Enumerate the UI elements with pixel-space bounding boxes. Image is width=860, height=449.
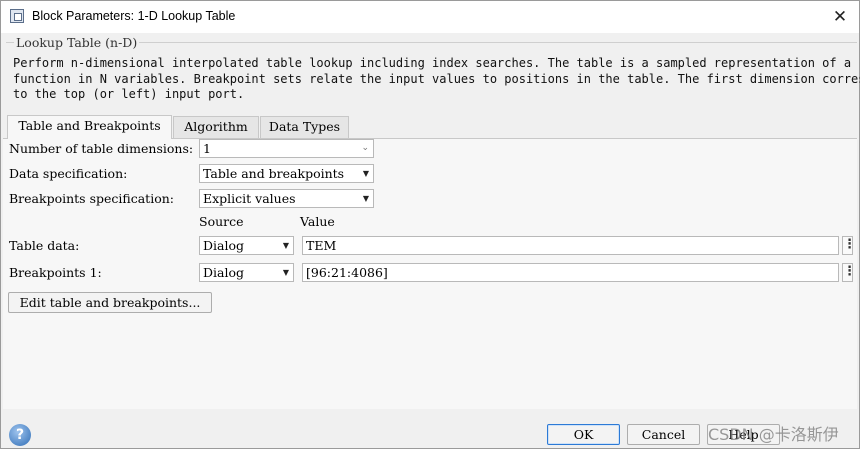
tab-table-and-breakpoints[interactable]: Table and Breakpoints [7, 115, 172, 139]
num-dims-value: 1 [203, 141, 211, 156]
question-mark-icon[interactable]: ? [9, 424, 31, 446]
title-bar: Block Parameters: 1-D Lookup Table ✕ [1, 1, 859, 33]
dropdown-arrow-icon: ▼ [362, 194, 369, 203]
tab-data-types[interactable]: Data Types [260, 116, 349, 138]
tab-algorithm[interactable]: Algorithm [173, 116, 259, 138]
window-title: Block Parameters: 1-D Lookup Table [32, 9, 236, 23]
block-description: Perform n-dimensional interpolated table… [13, 56, 860, 101]
num-dims-dropdown[interactable]: 1 ⌄ [199, 139, 374, 158]
source-column-header: Source [199, 214, 244, 229]
close-button[interactable]: ✕ [827, 5, 853, 29]
dropdown-arrow-icon: ▼ [282, 241, 289, 250]
bp-spec-label: Breakpoints specification: [9, 191, 174, 206]
dropdown-arrow-icon: ▼ [362, 169, 369, 178]
breakpoints-1-label: Breakpoints 1: [9, 265, 102, 280]
dialog-window: Block Parameters: 1-D Lookup Table ✕ Loo… [0, 0, 860, 449]
table-data-source-value: Dialog [203, 238, 244, 253]
bp-spec-value: Explicit values [203, 191, 296, 206]
cancel-button[interactable]: Cancel [627, 424, 700, 445]
breakpoints-1-more-icon[interactable]: ⋮ [842, 263, 856, 282]
table-data-label: Table data: [9, 238, 80, 253]
dropdown-arrow-icon: ▼ [282, 268, 289, 277]
breakpoints-1-input[interactable]: [96:21:4086] [302, 263, 839, 282]
chevron-down-icon: ⌄ [361, 143, 369, 153]
table-data-input[interactable]: TEM [302, 236, 839, 255]
edit-table-button[interactable]: Edit table and breakpoints... [8, 292, 212, 313]
table-data-more-icon[interactable]: ⋮ [842, 236, 856, 255]
data-spec-label: Data specification: [9, 166, 128, 181]
value-column-header: Value [300, 214, 335, 229]
data-spec-dropdown[interactable]: Table and breakpoints ▼ [199, 164, 374, 183]
breakpoints-1-source-value: Dialog [203, 265, 244, 280]
block-dialog-icon [10, 9, 24, 23]
bp-spec-dropdown[interactable]: Explicit values ▼ [199, 189, 374, 208]
watermark-text: CSDN @卡洛斯伊 [708, 425, 839, 444]
data-spec-value: Table and breakpoints [203, 166, 345, 181]
group-legend: Lookup Table (n-D) [14, 35, 140, 50]
ok-button[interactable]: OK [547, 424, 620, 445]
breakpoints-1-source-dropdown[interactable]: Dialog ▼ [199, 263, 294, 282]
table-data-source-dropdown[interactable]: Dialog ▼ [199, 236, 294, 255]
num-dims-label: Number of table dimensions: [9, 141, 194, 156]
